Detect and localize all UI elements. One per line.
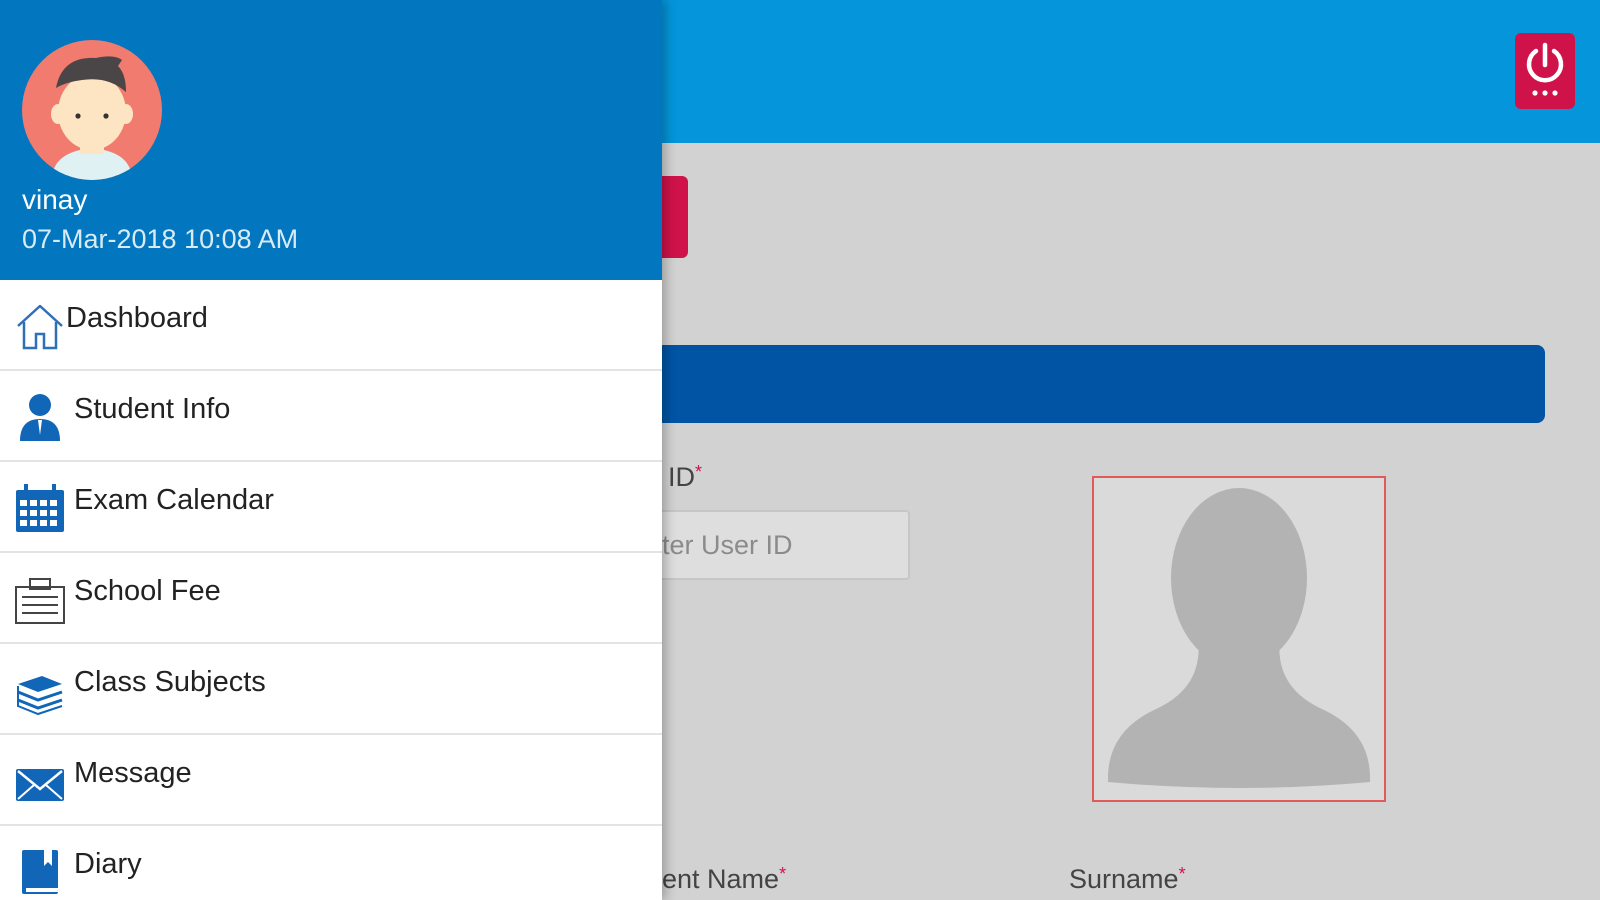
avatar	[22, 40, 162, 180]
menu-item-exam-calendar[interactable]: Exam Calendar	[0, 462, 662, 553]
envelope-icon	[14, 755, 66, 807]
menu-item-school-fee[interactable]: School Fee	[0, 553, 662, 644]
menu-item-student-info[interactable]: Student Info	[0, 371, 662, 462]
calendar-icon	[14, 482, 66, 534]
logout-button[interactable]	[1515, 33, 1575, 109]
menu-item-label: Class Subjects	[74, 666, 266, 698]
drawer-menu: Dashboard Student Info Exam Calendar Sch…	[0, 280, 662, 900]
menu-item-class-subjects[interactable]: Class Subjects	[0, 644, 662, 735]
student-name-label: ent Name*	[662, 864, 787, 894]
menu-item-label: Diary	[74, 848, 142, 880]
user-name: vinay	[22, 184, 88, 215]
menu-item-label: Exam Calendar	[74, 484, 274, 516]
drawer-header: vinay 07-Mar-2018 10:08 AM	[0, 0, 662, 280]
user-avatar-icon	[51, 56, 133, 180]
diary-icon	[14, 846, 66, 898]
silhouette-icon	[1108, 488, 1370, 788]
home-icon	[14, 300, 66, 352]
user-id-label: ID*	[668, 462, 703, 492]
menu-item-label: Dashboard	[66, 302, 208, 334]
menu-item-label: Message	[74, 757, 192, 789]
section-header-bar	[640, 345, 1545, 423]
power-icon	[1526, 42, 1564, 96]
navigation-drawer: vinay 07-Mar-2018 10:08 AM Dashboard Stu…	[0, 0, 662, 900]
student-photo-placeholder[interactable]	[1092, 476, 1386, 802]
user-id-input[interactable]	[640, 510, 910, 580]
books-icon	[14, 664, 66, 716]
menu-item-diary[interactable]: Diary	[0, 826, 662, 900]
menu-item-label: Student Info	[74, 393, 231, 425]
clipboard-icon	[14, 573, 66, 625]
login-timestamp: 07-Mar-2018 10:08 AM	[22, 224, 299, 254]
menu-item-dashboard[interactable]: Dashboard	[0, 280, 662, 371]
menu-item-label: School Fee	[74, 575, 221, 607]
surname-label: Surname*	[1069, 864, 1186, 894]
person-icon	[14, 391, 66, 443]
menu-item-message[interactable]: Message	[0, 735, 662, 826]
